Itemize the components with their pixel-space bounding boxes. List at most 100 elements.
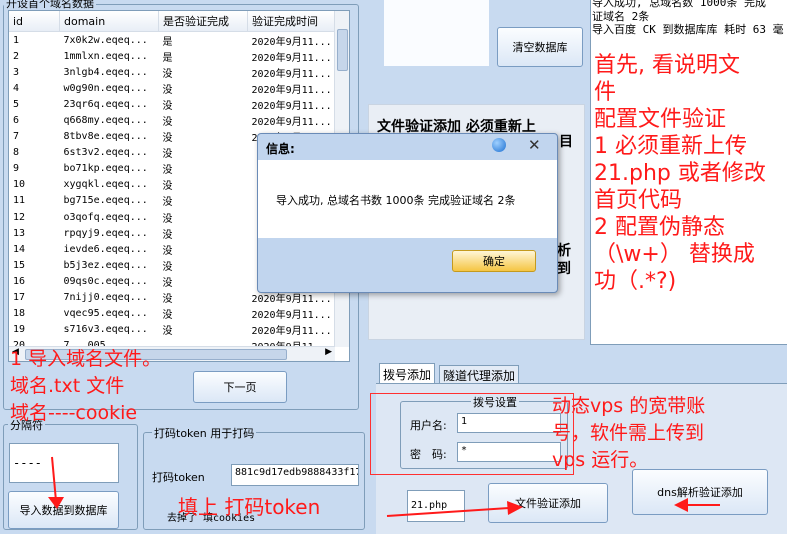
table-cell: 没 — [162, 277, 173, 289]
col-verified-time[interactable]: 验证完成时间 — [247, 11, 347, 32]
table-cell: 没 — [162, 117, 173, 129]
scroll-right-icon[interactable]: ▶ — [325, 347, 332, 357]
instruction-line-3: 配置文件验证 — [594, 107, 727, 132]
table-cell: 3 — [13, 66, 20, 78]
info-dialog: 信息: ✕ 导入成功, 总域名书数 1000条 完成验证域名 2条 确定 — [257, 133, 558, 293]
table-row[interactable]: 19 s716v3.eqeq... 没 2020年9月11... — [9, 322, 347, 338]
table-row[interactable]: 6 q668my.eqeq... 没 2020年9月11... — [9, 112, 347, 128]
instruction-line-9: 功（.*?) — [594, 269, 677, 294]
table-cell: 2020年9月11... — [251, 52, 332, 64]
table-cell: 17 — [13, 292, 26, 304]
vps-note-line-2: 号，软件需上传到 — [552, 422, 705, 444]
table-cell: 2020年9月11... — [251, 84, 332, 96]
table-cell: 15 — [13, 259, 26, 271]
table-cell: 没 — [162, 197, 173, 209]
table-cell: 4 — [13, 82, 20, 94]
table-cell: 7x0k2w.eqeq... — [63, 34, 148, 46]
table-cell: w0g90n.eqeq... — [63, 82, 148, 94]
instruction-line-6: 首页代码 — [594, 188, 683, 213]
table-cell: rpqyj9.eqeq... — [63, 227, 148, 239]
table-cell: 1 — [13, 34, 20, 46]
table-cell: 没 — [162, 213, 173, 225]
next-page-button[interactable]: 下一页 — [193, 371, 287, 403]
dialog-message: 导入成功, 总域名书数 1000条 完成验证域名 2条 — [276, 194, 516, 207]
table-cell: 没 — [162, 229, 173, 241]
table-cell: 2020年9月11... — [251, 68, 332, 80]
token-note: 填上 打码token — [178, 495, 321, 519]
arrow-to-import-icon — [48, 456, 64, 509]
table-cell: 没 — [162, 100, 173, 112]
import-note-line-1: 1 导入域名文件。 — [10, 348, 162, 370]
table-cell: 2020年9月11... — [251, 36, 332, 48]
col-id[interactable]: id — [9, 11, 60, 32]
log-line-3: 导入百度 CK 到数据库库 耗时 63 毫 — [592, 23, 784, 36]
vps-note: 动态vps 的宽带账 号，软件需上传到 vps 运行。 — [552, 393, 705, 474]
table-cell: 没 — [162, 326, 173, 338]
table-cell: ievde6.eqeq... — [63, 243, 148, 255]
vscroll-thumb[interactable] — [337, 29, 348, 71]
table-cell: q668my.eqeq... — [63, 115, 148, 127]
dialog-title: 信息: — [266, 142, 295, 156]
table-cell: 2020年9月11... — [251, 117, 332, 129]
table-cell: 10 — [13, 179, 26, 191]
table-cell: b5j3ez.eqeq... — [63, 259, 148, 271]
table-cell: 6st3v2.eqeq... — [63, 147, 148, 159]
table-cell: 3nlgb4.eqeq... — [63, 66, 148, 78]
token-label: 打码token — [152, 471, 205, 484]
table-cell: 9 — [13, 163, 20, 175]
table-cell: 11 — [13, 195, 26, 207]
instruction-line-7: 2 配置伪静态 — [594, 215, 725, 240]
table-row[interactable]: 3 3nlgb4.eqeq... 没 2020年9月11... — [9, 64, 347, 80]
token-input[interactable]: 881c9d17edb9888433f17 — [231, 464, 359, 486]
table-cell: 没 — [162, 310, 173, 322]
middle-panel-frag1: 目 — [559, 134, 573, 150]
dialog-ok-button[interactable]: 确定 — [452, 250, 536, 272]
instruction-line-2: 件 — [594, 80, 617, 105]
col-domain[interactable]: domain — [59, 11, 159, 32]
table-cell: 没 — [162, 133, 173, 145]
vps-note-line-1: 动态vps 的宽带账 — [552, 395, 706, 417]
col-verified[interactable]: 是否验证完成 — [158, 11, 248, 32]
table-cell: 1mmlxn.eqeq... — [63, 50, 148, 62]
table-cell: bo71kp.eqeq... — [63, 163, 148, 175]
table-cell: 8tbv8e.eqeq... — [63, 131, 148, 143]
table-cell: s716v3.eqeq... — [63, 324, 148, 336]
table-cell: 8 — [13, 147, 20, 159]
instruction-line-5: 21.php 或者修改 — [594, 161, 766, 186]
table-cell: 23qr6q.eqeq... — [63, 98, 148, 110]
import-note-line-2: 域名.txt 文件 — [10, 375, 125, 397]
table-cell: 2020年9月11... — [251, 100, 332, 112]
close-icon[interactable]: ✕ — [528, 136, 541, 154]
instruction-note: 首先, 看说明文 件 配置文件验证 1 必须重新上传 21.php 或者修改 首… — [594, 52, 766, 295]
table-cell: vqec95.eqeq... — [63, 308, 148, 320]
table-row[interactable]: 18 vqec95.eqeq... 没 2020年9月11... — [9, 306, 347, 322]
table-row[interactable]: 4 w0g90n.eqeq... 没 2020年9月11... — [9, 80, 347, 96]
table-cell: 16 — [13, 275, 26, 287]
table-row[interactable]: 1 7x0k2w.eqeq... 是 2020年9月11... — [9, 32, 347, 49]
instruction-line-8: （\w+） 替换成 — [594, 242, 755, 267]
table-cell: 没 — [162, 261, 173, 273]
middle-panel-frag3: 到 — [557, 261, 571, 277]
table-row[interactable]: 2 1mmlxn.eqeq... 是 2020年9月11... — [9, 48, 347, 64]
table-cell: 2 — [13, 50, 20, 62]
table-cell: 18 — [13, 308, 26, 320]
arrow-to-dns-verify-icon — [674, 498, 720, 512]
table-row[interactable]: 5 23qr6q.eqeq... 没 2020年9月11... — [9, 96, 347, 112]
table-cell: 没 — [162, 245, 173, 257]
tab-tunnel-proxy-add[interactable]: 隧道代理添加 — [439, 365, 520, 385]
table-cell: 没 — [162, 149, 173, 161]
table-cell: 没 — [162, 165, 173, 177]
table-cell: 没 — [162, 84, 173, 96]
table-cell: 7nijj0.eqeq... — [63, 292, 148, 304]
dial-highlight-box — [370, 393, 574, 475]
top-blank-area — [384, 0, 489, 66]
table-cell: 没 — [162, 294, 173, 306]
vps-note-line-3: vps 运行。 — [552, 449, 649, 471]
table-cell: bg715e.eqeq... — [63, 195, 148, 207]
import-note-line-3: 域名----cookie — [10, 402, 138, 424]
table-cell: 2020年9月11... — [251, 326, 332, 338]
table-cell: 是 — [162, 36, 173, 48]
table-cell: 19 — [13, 324, 26, 336]
clear-db-button[interactable]: 清空数据库 — [497, 27, 583, 67]
tab-dial-add[interactable]: 拨号添加 — [379, 363, 436, 385]
